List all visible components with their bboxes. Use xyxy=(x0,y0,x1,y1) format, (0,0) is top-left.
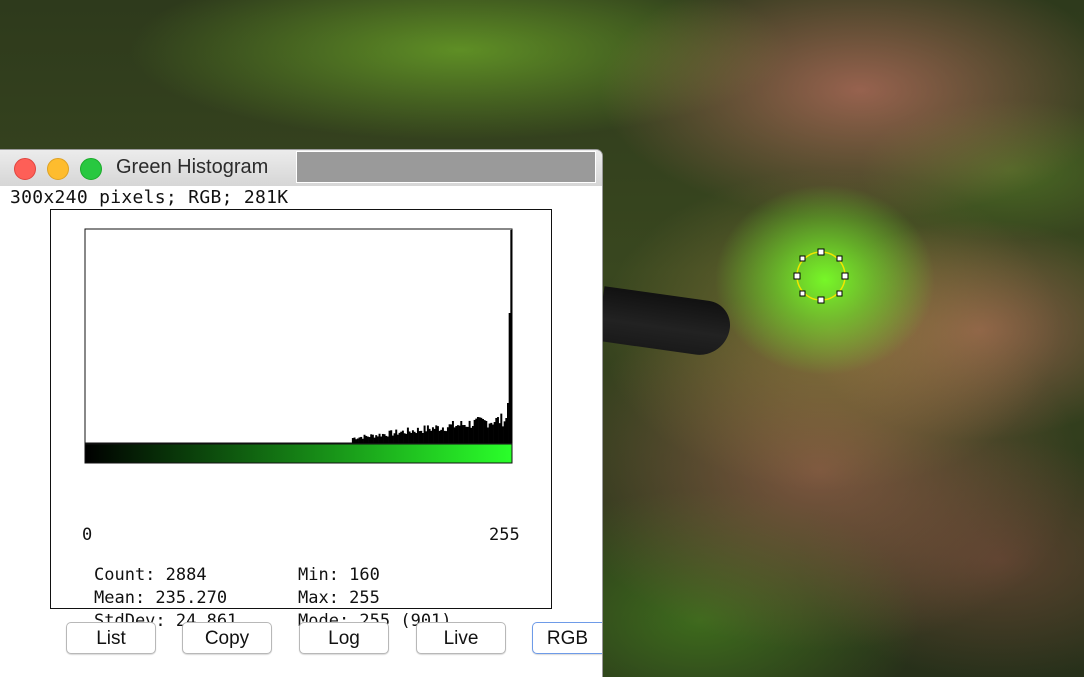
minimize-button[interactable] xyxy=(47,158,69,180)
roi-handle[interactable] xyxy=(836,290,843,297)
histogram-frame xyxy=(84,228,513,444)
roi-handle[interactable] xyxy=(799,290,806,297)
roi-handle[interactable] xyxy=(817,296,825,304)
redacted-title-block xyxy=(296,151,596,183)
image-info: 300x240 pixels; RGB; 281K xyxy=(10,187,289,208)
roi-handle[interactable] xyxy=(841,272,849,280)
stat-mean: Mean: 235.270 xyxy=(94,588,228,608)
lut-ramp xyxy=(84,443,513,464)
window-titlebar[interactable]: Green Histogram xyxy=(0,150,602,186)
ramp-max-label: 255 xyxy=(489,525,520,545)
roi-handle[interactable] xyxy=(836,255,843,262)
live-button[interactable]: Live xyxy=(416,622,506,654)
zoom-button[interactable] xyxy=(80,158,102,180)
roi-handle[interactable] xyxy=(793,272,801,280)
stat-min: Min: 160 xyxy=(298,565,380,585)
log-button[interactable]: Log xyxy=(299,622,389,654)
list-button[interactable]: List xyxy=(66,622,156,654)
rgb-button[interactable]: RGB xyxy=(532,622,602,654)
histogram-panel: 0 255 Count: 2884 Mean: 235.270 StdDev: … xyxy=(50,209,552,631)
histogram-window: Green Histogram 300x240 pixels; RGB; 281… xyxy=(0,150,602,677)
stat-count: Count: 2884 xyxy=(94,565,207,585)
roi-handle[interactable] xyxy=(817,248,825,256)
histogram-plot xyxy=(84,228,513,464)
histogram-bar xyxy=(510,230,513,443)
stat-max: Max: 255 xyxy=(298,588,380,608)
window-title: Green Histogram xyxy=(116,156,269,178)
ramp-min-label: 0 xyxy=(82,525,93,545)
roi-handle[interactable] xyxy=(799,255,806,262)
copy-button[interactable]: Copy xyxy=(182,622,272,654)
close-button[interactable] xyxy=(14,158,36,180)
